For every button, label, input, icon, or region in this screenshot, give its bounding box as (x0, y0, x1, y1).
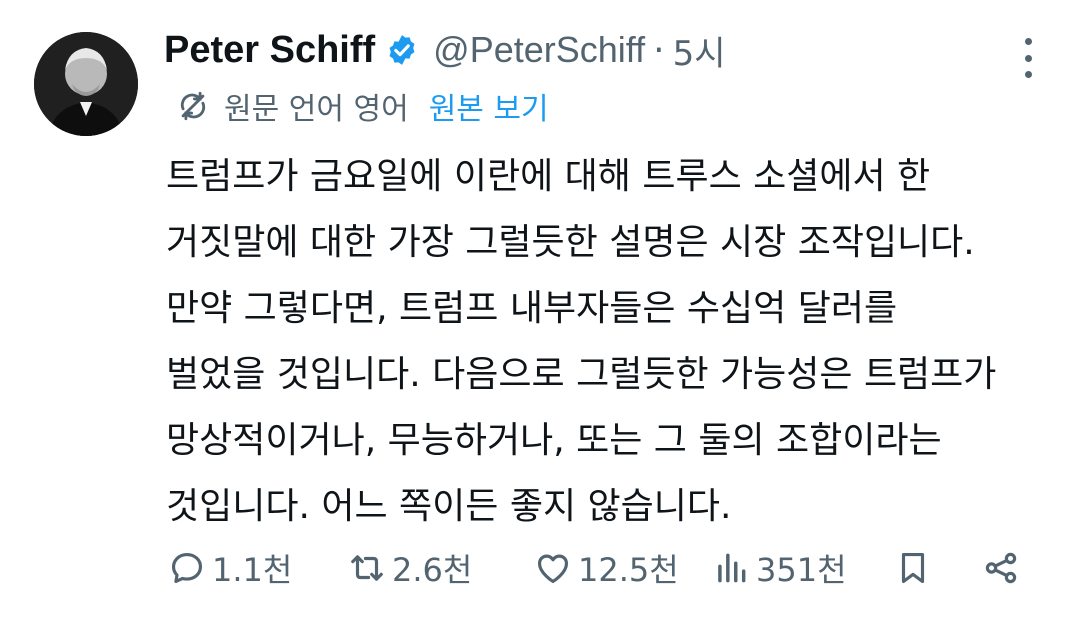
reply-count: 1.1천 (212, 551, 293, 589)
repost-icon (351, 555, 383, 581)
repost-button[interactable]: 2.6천 (348, 538, 472, 598)
view-count: 351천 (756, 551, 847, 589)
more-dot-icon (1024, 71, 1032, 78)
bookmark-button[interactable] (894, 538, 932, 598)
more-options-button[interactable] (1018, 38, 1038, 78)
view-original-link[interactable]: 원본 보기 (429, 84, 549, 128)
tweet-text: 트럼프가 금요일에 이란에 대해 트루스 소셜에서 한 거짓말에 대한 가장 그… (166, 144, 1066, 540)
repost-count: 2.6천 (392, 551, 473, 589)
timestamp[interactable]: 5시 (673, 26, 726, 75)
tweet-text-line: 트럼프가 금요일에 이란에 대해 트루스 소셜에서 한 (166, 156, 931, 197)
share-button[interactable] (982, 538, 1020, 598)
views-button[interactable]: 351천 (712, 538, 847, 598)
separator-dot: · (653, 29, 665, 71)
author-handle[interactable]: @PeterSchiff (433, 29, 645, 71)
reply-button[interactable]: 1.1천 (168, 538, 292, 598)
tweet-text-line: 만약 그렇다면, 트럼프 내부자들은 수십억 달러를 (166, 288, 898, 329)
like-button[interactable]: 12.5천 (534, 538, 679, 598)
tweet-header: Peter Schiff @PeterSchiff · 5시 (164, 24, 726, 76)
tweet-text-line: 벌었을 것입니다. 다음으로 그럴듯한 가능성은 트럼프가 (166, 354, 997, 395)
source-language-note: 원문 언어 영어 (224, 92, 409, 127)
author-name[interactable]: Peter Schiff (164, 29, 375, 72)
tweet-text-line: 것입니다. 어느 쪽이든 좋지 않습니다. (166, 486, 732, 527)
translation-bar: 원문 언어 영어 원본 보기 (176, 84, 549, 128)
reply-icon (171, 552, 203, 584)
share-icon (985, 552, 1017, 584)
profile-photo (34, 32, 138, 136)
translate-icon (180, 91, 206, 121)
more-dot-icon (1024, 38, 1032, 45)
heart-icon (537, 554, 569, 584)
avatar[interactable] (34, 32, 138, 136)
tweet-text-line: 거짓말에 대한 가장 그럴듯한 설명은 시장 조작입니다. (166, 222, 975, 263)
verified-badge-icon (389, 35, 415, 65)
action-bar: 1.1천 2.6천 12.5천 351천 (0, 538, 1080, 598)
more-dot-icon (1024, 54, 1032, 62)
like-count: 12.5천 (578, 551, 679, 589)
analytics-icon (718, 553, 746, 583)
bookmark-icon (901, 552, 925, 584)
tweet-text-line: 망상적이거나, 무능하거나, 또는 그 둘의 조합이라는 (166, 420, 942, 461)
